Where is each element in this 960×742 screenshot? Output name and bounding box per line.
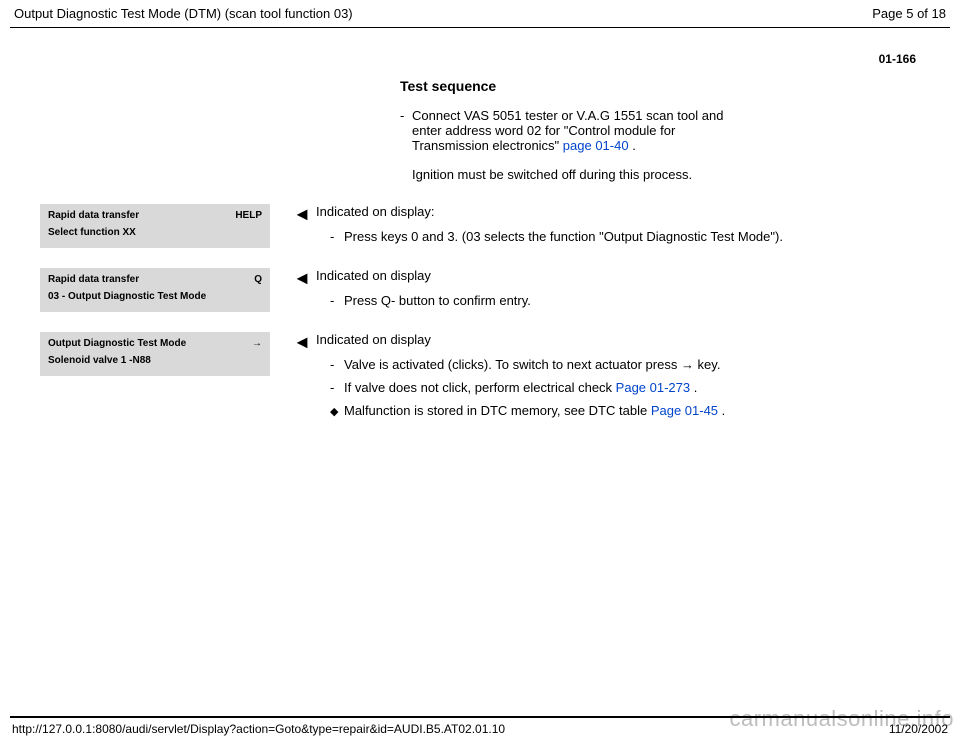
block-heading: Indicated on display bbox=[316, 268, 920, 283]
arrow-left-icon: ◄ bbox=[288, 332, 316, 353]
display-line2: Select function XX bbox=[48, 227, 262, 238]
arrow-right-icon: → bbox=[252, 338, 262, 349]
display-line2: Solenoid valve 1 -N88 bbox=[48, 355, 262, 366]
dash-icon: - bbox=[400, 108, 412, 153]
block-item-text: Press Q- button to confirm entry. bbox=[344, 293, 531, 308]
arrow-right-icon: → bbox=[681, 357, 694, 372]
footer-date: 11/20/2002 bbox=[889, 722, 948, 736]
display-box-2: Output Diagnostic Test Mode → Solenoid v… bbox=[40, 332, 270, 376]
display-right: Q bbox=[254, 274, 262, 285]
arrow-left-icon: ◄ bbox=[288, 204, 316, 225]
diamond-bullet-icon: ◆ bbox=[330, 403, 344, 418]
display-left: Output Diagnostic Test Mode bbox=[48, 338, 186, 349]
footer-url: http://127.0.0.1:8080/audi/servlet/Displ… bbox=[12, 722, 505, 736]
display-line2: 03 - Output Diagnostic Test Mode bbox=[48, 291, 262, 302]
display-left: Rapid data transfer bbox=[48, 210, 139, 221]
header-page-of: Page 5 of 18 bbox=[872, 6, 946, 21]
dash-icon: - bbox=[330, 293, 344, 308]
link-page-01-45[interactable]: Page 01-45 bbox=[651, 403, 718, 418]
dash-icon: - bbox=[330, 380, 344, 395]
block-item-text: Valve is activated (clicks). To switch t… bbox=[344, 357, 720, 372]
link-page-01-40[interactable]: page 01-40 bbox=[563, 138, 629, 153]
display-box-0: Rapid data transfer HELP Select function… bbox=[40, 204, 270, 248]
block-heading: Indicated on display: bbox=[316, 204, 920, 219]
page-number: 01-166 bbox=[40, 46, 920, 78]
block-item-text: Malfunction is stored in DTC memory, see… bbox=[344, 403, 725, 418]
block-heading: Indicated on display bbox=[316, 332, 920, 347]
block-item-text: Press keys 0 and 3. (03 selects the func… bbox=[344, 229, 783, 244]
intro-note: Ignition must be switched off during thi… bbox=[412, 167, 730, 182]
link-page-01-273[interactable]: Page 01-273 bbox=[616, 380, 690, 395]
display-box-1: Rapid data transfer Q 03 - Output Diagno… bbox=[40, 268, 270, 312]
header-title: Output Diagnostic Test Mode (DTM) (scan … bbox=[14, 6, 353, 21]
arrow-left-icon: ◄ bbox=[288, 268, 316, 289]
display-left: Rapid data transfer bbox=[48, 274, 139, 285]
block-item-text: If valve does not click, perform electri… bbox=[344, 380, 697, 395]
dash-icon: - bbox=[330, 229, 344, 244]
intro-text: Connect VAS 5051 tester or V.A.G 1551 sc… bbox=[412, 108, 730, 153]
dash-icon: - bbox=[330, 357, 344, 372]
display-right: HELP bbox=[235, 210, 262, 221]
section-title: Test sequence bbox=[400, 78, 920, 94]
